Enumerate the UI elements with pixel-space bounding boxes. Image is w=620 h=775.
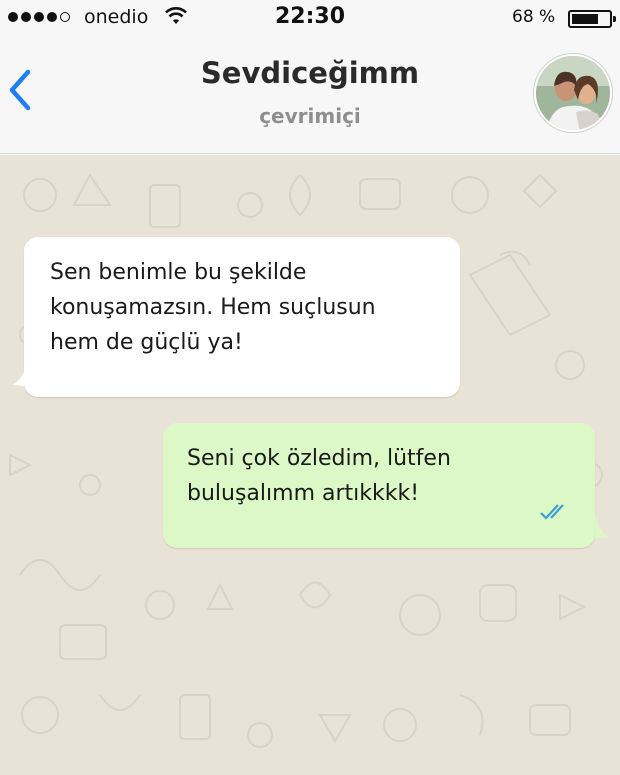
incoming-message[interactable]: Sen benimle bu şekilde konuşamazsın. Hem… [24, 237, 460, 397]
chat-header: Sevdiceğimm çevrimiçi [0, 36, 620, 154]
chat-area[interactable]: Sen benimle bu şekilde konuşamazsın. Hem… [0, 155, 620, 775]
message-text: Seni çok özledim, lütfen buluşalımm artı… [187, 446, 451, 506]
contact-avatar[interactable] [534, 54, 612, 132]
contact-status: çevrimiçi [259, 104, 361, 128]
battery-percent: 68 % [512, 7, 556, 27]
battery-icon [568, 10, 616, 28]
message-text: Sen benimle bu şekilde konuşamazsın. Hem… [50, 260, 376, 355]
contact-name[interactable]: Sevdiceğimm [0, 56, 620, 90]
status-bar: onedio 22:30 68 % [0, 0, 620, 36]
double-check-icon [539, 497, 573, 532]
outgoing-message[interactable]: Seni çok özledim, lütfen buluşalımm artı… [163, 423, 595, 548]
